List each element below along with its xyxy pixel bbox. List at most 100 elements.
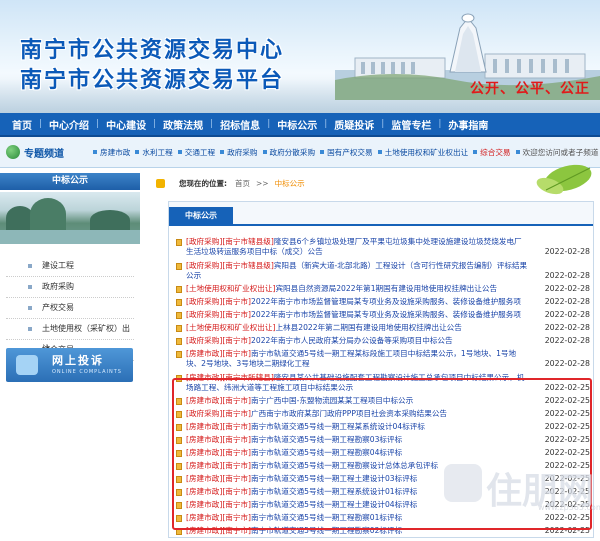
notice-date: 2022-02-28 [544, 323, 590, 332]
notice-title-link[interactable]: [土地使用权和矿业权出让]宾阳县自然资源局2022年第1期国有建设用地使用权挂牌… [186, 284, 528, 294]
site-title-line1: 南宁市公共资源交易中心 [20, 38, 285, 63]
sidebar-item-construction[interactable]: 建设工程 [6, 256, 134, 277]
breadcrumb-current: 中标公示 [274, 178, 305, 188]
document-icon [176, 239, 182, 246]
notice-date: 2022-02-28 [544, 284, 590, 293]
sidebar-landscape-image [0, 192, 140, 244]
channel-link-construction[interactable]: 房建市政 [92, 147, 130, 158]
complaint-title: 网上投诉 [52, 354, 104, 367]
notice-region-tag: [南宁市辖县级] [222, 260, 274, 270]
notice-region-tag: [南宁市辖县级] [222, 237, 274, 246]
document-icon [176, 262, 182, 270]
sidebar-item-property[interactable]: 产权交易 [6, 298, 134, 319]
sidebar: 中标公示 建设工程 政府采购 产权交易 土地使用权（采矿权）出让 综合交易 网上… [0, 173, 140, 541]
banner-slogan: 公开、公平、公正 [470, 81, 590, 97]
channel-link-gov-procurement[interactable]: 政府采购 [219, 147, 258, 158]
watermark: 住朋网 www.zp365.com [440, 456, 600, 516]
nav-policies[interactable]: 政策法规 [156, 117, 210, 132]
breadcrumb-home[interactable]: 首页 [235, 178, 250, 189]
river [0, 230, 140, 244]
sidebar-item-land[interactable]: 土地使用权（采矿权）出让 [6, 319, 134, 353]
channel-link-decentral-procurement[interactable]: 政府分散采购 [262, 147, 315, 158]
notice-row[interactable]: [政府采购][南宁市]2022年南宁市市场监督管理局某专项业务及设施采购服务、装… [176, 297, 590, 310]
notice-title-text: 宾阳县自然资源局2022年第1期国有建设用地使用权挂牌出让公告 [275, 284, 498, 293]
notice-date: 2022-02-28 [544, 247, 590, 256]
notice-row[interactable]: [政府采购][南宁市]2022年南宁市人民政府某分局办公设备等采购项目中标公告 2… [176, 336, 590, 349]
nav-complaints[interactable]: 质疑投诉 [327, 117, 381, 132]
notice-category-tag: [政府采购] [186, 310, 223, 319]
channel-link-traffic[interactable]: 交通工程 [177, 147, 215, 158]
notice-region-tag: [南宁市] [222, 349, 252, 358]
notice-date: 2022-02-28 [544, 297, 590, 306]
sidebar-menu: 建设工程 政府采购 产权交易 土地使用权（采矿权）出让 综合交易 [0, 256, 140, 361]
notice-category-tag: [土地使用权和矿业权出让] [186, 323, 276, 332]
document-icon [176, 312, 182, 319]
document-icon [176, 351, 182, 358]
breadcrumb-separator: >> [256, 178, 269, 188]
notice-title-link[interactable]: [政府采购][南宁市]2022年南宁市市场监督管理局某专项业务及设施采购服务、装… [186, 310, 528, 320]
notice-title-link[interactable]: [政府采购][南宁市辖县级]宾阳县（新宾大道-北部北路）工程设计（含可行性研究报… [186, 261, 528, 281]
notice-title-text: 2022年南宁市人民政府某分局办公设备等采购项目中标公告 [251, 336, 453, 345]
notice-category-tag: [政府采购] [186, 336, 223, 345]
online-complaint-button[interactable]: 网上投诉 ONLINE COMPLAINTS [6, 348, 133, 382]
notice-row[interactable]: [政府采购][南宁市]2022年南宁市市场监督管理局某专项业务及设施采购服务、装… [176, 310, 590, 323]
channel-welcome-text: 欢迎您访问或者子频道 [515, 147, 598, 158]
notice-region-tag: [南宁市] [222, 310, 252, 319]
leaf-decoration-icon [536, 164, 592, 195]
nav-center-construction[interactable]: 中心建设 [99, 117, 153, 132]
nav-supervision[interactable]: 监管专栏 [384, 117, 438, 132]
channel-link-land[interactable]: 土地使用权和矿业权出让 [377, 147, 468, 158]
watermark-url: www.zp365.com [538, 503, 600, 512]
notice-title-link[interactable]: [土地使用权和矿业权出让]上林县2022年第二期国有建设用地使用权挂牌出让公告 [186, 323, 528, 333]
channel-link-property[interactable]: 国有产权交易 [319, 147, 373, 158]
channel-link-water[interactable]: 水利工程 [134, 147, 173, 158]
notice-category-tag: [房建市政] [186, 349, 223, 358]
sidebar-item-gov-procurement[interactable]: 政府采购 [6, 277, 134, 298]
panel-header: 中标公示 [169, 202, 593, 226]
notice-category-tag: [政府采购] [186, 260, 223, 270]
special-channel-bar: 专题频道 房建市政 水利工程 交通工程 政府采购 政府分散采购 国有产权交易 土… [0, 137, 600, 168]
notice-title-text: 上林县2022年第二期国有建设用地使用权挂牌出让公告 [275, 323, 462, 332]
notice-row[interactable]: [政府采购][南宁市辖县级]宾阳县（新宾大道-北部北路）工程设计（含可行性研究报… [176, 261, 590, 284]
karst-hill [30, 198, 66, 230]
complaint-icon [16, 355, 38, 375]
notice-row[interactable]: [土地使用权和矿业权出让]上林县2022年第二期国有建设用地使用权挂牌出让公告 2… [176, 323, 590, 336]
notice-category-tag: [政府采购] [186, 297, 223, 306]
notice-title-link[interactable]: [政府采购][南宁市]2022年南宁市人民政府某分局办公设备等采购项目中标公告 [186, 336, 528, 346]
nav-award-notice[interactable]: 中标公示 [270, 117, 324, 132]
notice-date: 2022-02-28 [544, 359, 590, 368]
notice-row[interactable]: [政府采购][南宁市辖县级]隆安县6个乡镇垃圾处理厂及平果屯垃圾集中处理设施建设… [176, 237, 590, 260]
channel-links: 房建市政 水利工程 交通工程 政府采购 政府分散采购 国有产权交易 土地使用权和… [92, 147, 600, 158]
document-icon [176, 299, 182, 306]
site-title-line2: 南宁市公共资源交易平台 [20, 68, 285, 93]
notice-region-tag: [南宁市] [222, 297, 252, 306]
location-icon [156, 178, 165, 188]
notice-date: 2022-02-28 [544, 336, 590, 345]
tab-award-notice[interactable]: 中标公示 [169, 207, 233, 224]
karst-hill [90, 210, 130, 230]
sidebar-header: 中标公示 [0, 173, 140, 190]
header-banner: 南宁市公共资源交易中心 南宁市公共资源交易平台 公开、公平、公正 [0, 0, 600, 113]
channel-title: 专题频道 [0, 145, 92, 160]
nav-center-intro[interactable]: 中心介绍 [42, 117, 96, 132]
channel-link-comprehensive[interactable]: 综合交易 [472, 147, 511, 158]
notice-region-tag: [南宁市] [222, 336, 252, 345]
document-icon [176, 338, 182, 345]
notice-title-link[interactable]: [政府采购][南宁市辖县级]隆安县6个乡镇垃圾处理厂及平果屯垃圾集中处理设施建设… [186, 237, 528, 257]
notice-date: 2022-02-28 [544, 310, 590, 319]
nav-home[interactable]: 首页 [0, 117, 39, 132]
channel-title-text: 专题频道 [24, 148, 64, 160]
notice-row[interactable]: [房建市政][南宁市]南宁市轨道交通5号线一期工程某标段施工项目中标结果公示，1… [176, 349, 590, 372]
document-icon [176, 286, 182, 293]
notice-title-link[interactable]: [政府采购][南宁市]2022年南宁市市场监督管理局某专项业务及设施采购服务、装… [186, 297, 528, 307]
notice-title-link[interactable]: [房建市政][南宁市]南宁市轨道交通5号线一期工程某标段施工项目中标结果公示，1… [186, 349, 528, 369]
watermark-logo-icon [444, 464, 482, 502]
nav-tender-info[interactable]: 招标信息 [213, 117, 267, 132]
document-icon [176, 325, 182, 332]
globe-icon [6, 145, 20, 159]
complaint-subtitle: ONLINE COMPLAINTS [52, 369, 122, 375]
notice-date: 2022-02-28 [544, 270, 590, 280]
nav-guide[interactable]: 办事指南 [441, 117, 495, 132]
notice-row[interactable]: [土地使用权和矿业权出让]宾阳县自然资源局2022年第1期国有建设用地使用权挂牌… [176, 284, 590, 297]
breadcrumb-label: 您现在的位置: [179, 178, 227, 188]
